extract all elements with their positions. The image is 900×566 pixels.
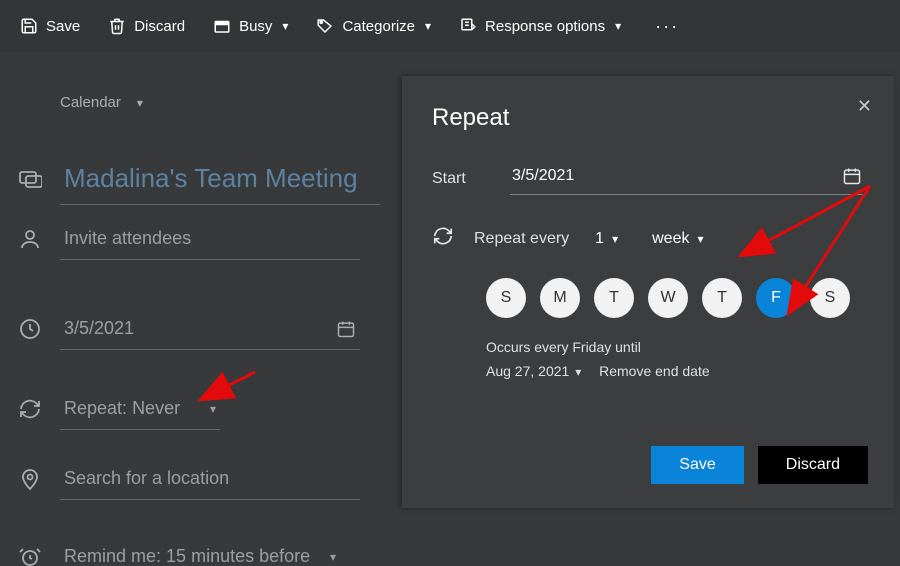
categorize-label: Categorize [342, 18, 415, 35]
start-date-value: 3/5/2021 [512, 167, 574, 185]
toolbar: Save Discard Busy ▾ Categorize ▾ Respons… [0, 0, 900, 52]
interval-value: 1 [595, 230, 604, 248]
calendar-label: Calendar [60, 94, 121, 111]
modal-save-button[interactable]: Save [651, 446, 743, 484]
repeat-every-label: Repeat every [474, 230, 569, 248]
end-date-value: Aug 27, 2021 [486, 363, 569, 379]
reminder-icon [18, 545, 42, 566]
busy-icon [213, 17, 231, 35]
repeat-label: Repeat: [64, 398, 127, 418]
response-options-dropdown[interactable]: Response options ▾ [459, 17, 621, 35]
repeat-modal: ✕ Repeat Start 3/5/2021 Repeat every 1 ▾… [402, 76, 894, 508]
start-date-input[interactable]: 3/5/2021 [510, 162, 864, 195]
chevron-down-icon: ▾ [697, 232, 703, 246]
chevron-down-icon: ▾ [330, 550, 336, 564]
weekday-picker: S M T W T F S [486, 278, 864, 318]
day-tue[interactable]: T [594, 278, 634, 318]
modal-discard-button[interactable]: Discard [758, 446, 868, 484]
occurs-text: Occurs every Friday until [486, 336, 864, 360]
chevron-down-icon: ▾ [425, 19, 431, 33]
busy-label: Busy [239, 18, 272, 35]
unit-dropdown[interactable]: week ▾ [652, 230, 703, 248]
options-icon [459, 17, 477, 35]
day-sat[interactable]: S [810, 278, 850, 318]
more-button[interactable]: ··· [655, 16, 679, 37]
repeat-value: Never [132, 398, 180, 418]
chevron-down-icon: ▾ [612, 232, 618, 246]
chevron-down-icon: ▾ [575, 365, 581, 379]
calendar-selector[interactable]: Calendar ▾ [60, 94, 143, 111]
day-mon[interactable]: M [540, 278, 580, 318]
clock-icon [18, 317, 42, 346]
discard-label: Discard [134, 18, 185, 35]
title-icon [18, 167, 42, 196]
interval-dropdown[interactable]: 1 ▾ [595, 230, 618, 248]
reminder-label: Remind me: [64, 546, 161, 566]
close-button[interactable]: ✕ [857, 96, 872, 117]
person-icon [18, 227, 42, 256]
save-label: Save [46, 18, 80, 35]
day-thu[interactable]: T [702, 278, 742, 318]
start-label: Start [432, 170, 482, 188]
trash-icon [108, 17, 126, 35]
reminder-dropdown[interactable]: Remind me: 15 minutes before ▾ [60, 540, 340, 566]
modal-title: Repeat [432, 104, 864, 132]
categorize-dropdown[interactable]: Categorize ▾ [316, 17, 431, 35]
save-button[interactable]: Save [20, 17, 80, 35]
repeat-icon [18, 397, 42, 426]
save-icon [20, 17, 38, 35]
day-wed[interactable]: W [648, 278, 688, 318]
event-title-input[interactable]: Madalina's Team Meeting [60, 157, 380, 205]
end-date-dropdown[interactable]: Aug 27, 2021 ▾ [486, 363, 585, 379]
attendees-input[interactable]: Invite attendees [60, 222, 360, 260]
unit-value: week [652, 230, 689, 248]
chevron-down-icon: ▾ [282, 19, 288, 33]
tag-icon [316, 17, 334, 35]
event-title-text: Madalina's Team Meeting [64, 163, 358, 194]
chevron-down-icon: ▾ [615, 19, 621, 33]
day-sun[interactable]: S [486, 278, 526, 318]
location-placeholder: Search for a location [64, 468, 229, 489]
calendar-icon[interactable] [336, 319, 356, 339]
date-input[interactable]: 3/5/2021 [60, 312, 360, 350]
day-fri[interactable]: F [756, 278, 796, 318]
repeat-dropdown[interactable]: Repeat: Never ▾ [60, 392, 220, 430]
busy-dropdown[interactable]: Busy ▾ [213, 17, 288, 35]
attendees-placeholder: Invite attendees [64, 228, 191, 249]
location-input[interactable]: Search for a location [60, 462, 360, 500]
chevron-down-icon: ▾ [210, 402, 216, 416]
location-icon [18, 467, 42, 496]
chevron-down-icon: ▾ [137, 96, 143, 110]
calendar-icon[interactable] [842, 166, 862, 186]
repeat-icon [432, 225, 454, 252]
discard-button[interactable]: Discard [108, 17, 185, 35]
date-value: 3/5/2021 [64, 318, 134, 339]
response-options-label: Response options [485, 18, 605, 35]
remove-end-date-link[interactable]: Remove end date [599, 363, 710, 379]
reminder-value: 15 minutes before [166, 546, 310, 566]
